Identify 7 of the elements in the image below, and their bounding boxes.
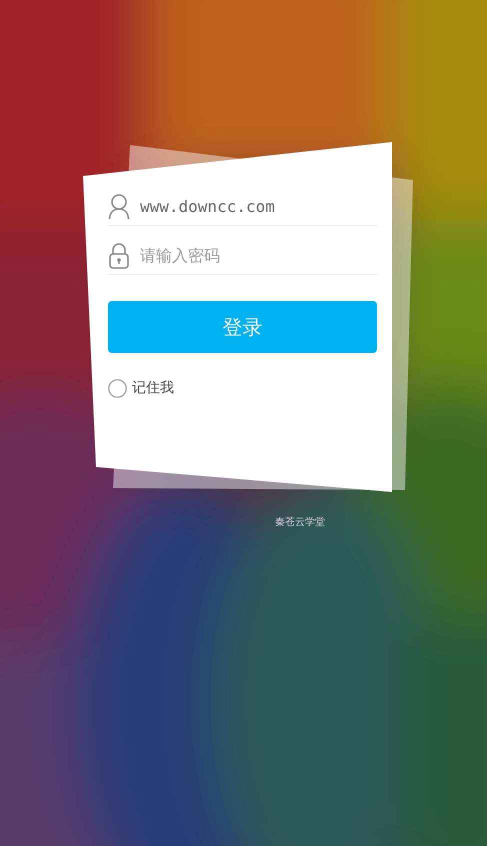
lock-icon	[108, 242, 130, 268]
remember-checkbox[interactable]	[108, 379, 127, 398]
remember-label: 记住我	[132, 379, 174, 398]
user-icon	[108, 194, 130, 220]
password-field[interactable]: 请输入密码	[140, 244, 377, 268]
username-field[interactable]: www.downcc.com	[140, 194, 377, 218]
footer-text: 秦苍云学堂	[275, 516, 325, 530]
